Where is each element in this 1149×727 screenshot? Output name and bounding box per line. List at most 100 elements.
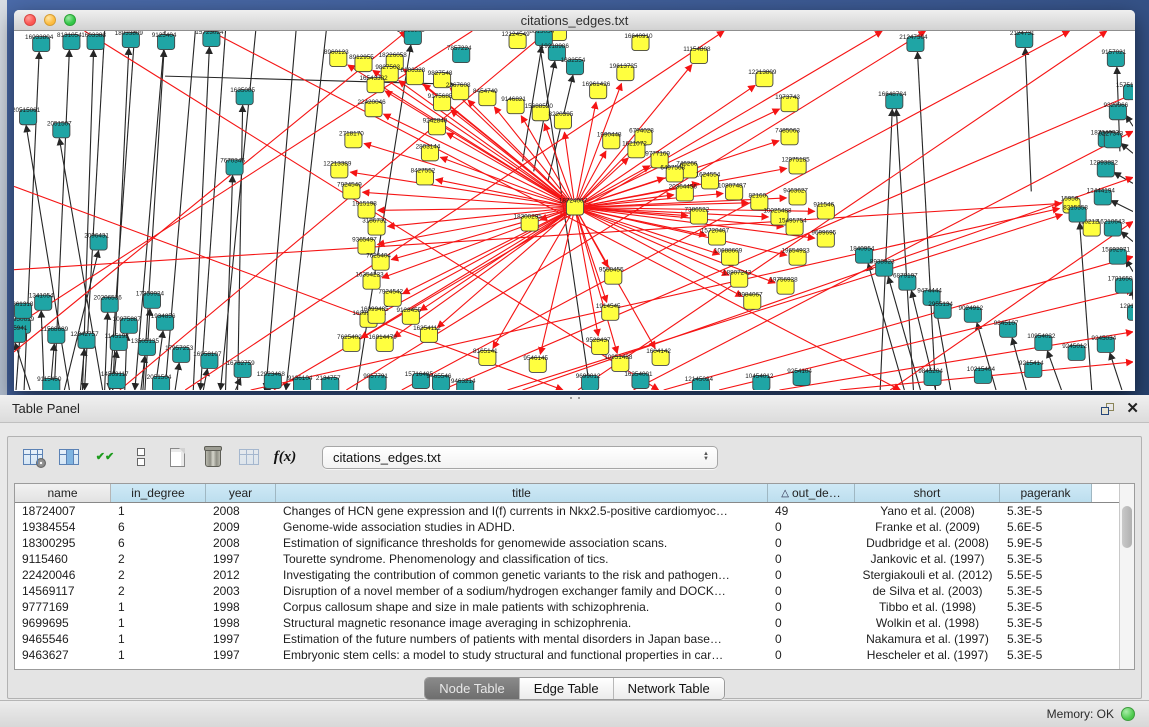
- tab-edge-table[interactable]: Edge Table: [520, 678, 614, 699]
- graph-node[interactable]: 16354223: [355, 272, 384, 290]
- graph-node[interactable]: 8912955: [349, 54, 374, 72]
- table-row[interactable]: 911546021997Tourette syndrome. Phenomeno…: [15, 551, 1119, 567]
- table-row[interactable]: 969969511998Structural magnetic resonanc…: [15, 615, 1119, 631]
- graph-node[interactable]: 16914479: [369, 334, 398, 352]
- graph-node[interactable]: 15723024: [195, 31, 224, 47]
- graph-node[interactable]: 7386522: [685, 207, 710, 225]
- graph-node[interactable]: 9136104: [288, 375, 313, 390]
- graph-node[interactable]: 1915198: [352, 200, 377, 218]
- citation-edge-red[interactable]: [378, 207, 575, 314]
- graph-node[interactable]: 8131054: [57, 32, 82, 50]
- graph-node[interactable]: 9175685: [428, 93, 453, 111]
- minimize-window-icon[interactable]: [44, 14, 56, 26]
- graph-node[interactable]: 1604142: [646, 348, 671, 366]
- graph-node[interactable]: 12923468: [257, 371, 286, 389]
- graph-node[interactable]: 16961426: [582, 81, 611, 99]
- citation-edge-black[interactable]: [1025, 48, 1031, 191]
- graph-node[interactable]: 22420046: [357, 99, 386, 117]
- citation-edge-red[interactable]: [437, 207, 575, 327]
- graph-node[interactable]: 16648784: [878, 91, 907, 109]
- graph-node[interactable]: 19654923: [781, 248, 810, 266]
- float-panel-icon[interactable]: [1101, 403, 1114, 415]
- graph-node[interactable]: 12124549: [501, 31, 530, 49]
- graph-node[interactable]: 9115460: [37, 376, 62, 390]
- graph-node[interactable]: 8454749: [473, 88, 498, 106]
- graph-node[interactable]: 16782759: [227, 360, 256, 378]
- citation-edge-black[interactable]: [200, 31, 225, 390]
- graph-node[interactable]: 2134757: [316, 375, 341, 390]
- graph-node[interactable]: 16210643: [1097, 219, 1126, 237]
- graph-node[interactable]: 3186731: [362, 218, 387, 236]
- citation-edge-black[interactable]: [1080, 223, 1092, 390]
- graph-node[interactable]: 10807487: [718, 182, 747, 200]
- graph-node[interactable]: 2051504: [147, 374, 172, 390]
- graph-node[interactable]: 10975887: [113, 316, 142, 334]
- column-header-pagerank[interactable]: pagerank: [1000, 484, 1092, 502]
- graph-node[interactable]: 9699695: [811, 230, 836, 248]
- citation-edge-black[interactable]: [26, 125, 69, 390]
- graph-node[interactable]: 2124731: [1010, 31, 1035, 48]
- citation-edge-black[interactable]: [64, 251, 98, 390]
- citation-edge-black[interactable]: [1110, 353, 1122, 390]
- graph-node[interactable]: 12444194: [1087, 187, 1116, 205]
- graph-node[interactable]: 9465546: [427, 373, 452, 390]
- citation-edge-red[interactable]: [575, 102, 596, 208]
- citation-edge-black[interactable]: [135, 31, 165, 390]
- graph-node[interactable]: 1934856: [151, 313, 176, 331]
- citation-edge-black[interactable]: [1121, 232, 1133, 242]
- graph-node[interactable]: 9984067: [738, 292, 763, 310]
- graph-node[interactable]: 2718170: [339, 130, 364, 148]
- graph-node[interactable]: 911546: [813, 201, 834, 219]
- table-row[interactable]: 1872400712008Changes of HCN gene express…: [15, 503, 1119, 519]
- graph-node[interactable]: 7924549: [337, 181, 362, 199]
- graph-node[interactable]: 7625404: [366, 253, 391, 271]
- graph-node[interactable]: 12213809: [748, 69, 777, 87]
- graph-node[interactable]: 9024912: [958, 305, 983, 323]
- graph-node[interactable]: 9528437: [586, 337, 611, 355]
- graph-node[interactable]: 9157021: [1102, 49, 1127, 67]
- table-scrollbar-thumb[interactable]: [1122, 506, 1132, 548]
- citation-edge-black[interactable]: [238, 105, 243, 390]
- citation-edge-black[interactable]: [203, 369, 207, 390]
- graph-node[interactable]: 20206536: [94, 295, 123, 313]
- graph-node[interactable]: 6879197: [893, 273, 918, 291]
- table-row[interactable]: 977716911998Corpus callosum shape and si…: [15, 599, 1119, 615]
- graph-node[interactable]: 2096431: [84, 233, 109, 251]
- citation-edge-black[interactable]: [1126, 260, 1133, 272]
- citation-edge-red[interactable]: [890, 222, 1133, 390]
- graph-node[interactable]: 9463627: [783, 187, 808, 205]
- function-builder-icon[interactable]: f(x): [272, 445, 298, 469]
- graph-node[interactable]: 18807243: [723, 270, 752, 288]
- graph-node[interactable]: 9857791: [363, 373, 388, 390]
- tab-network-table[interactable]: Network Table: [614, 678, 724, 699]
- graph-node[interactable]: 9125404: [152, 32, 177, 50]
- citation-edge-red[interactable]: [378, 207, 575, 210]
- graph-node[interactable]: 9146821: [501, 96, 526, 114]
- graph-node[interactable]: 16033809: [397, 31, 426, 45]
- citation-edge-red[interactable]: [420, 207, 575, 310]
- graph-node[interactable]: 7924542: [378, 289, 403, 307]
- column-header-year[interactable]: year: [206, 484, 276, 502]
- network-window[interactable]: citations_edges.txt 18724007896012389129…: [14, 10, 1135, 391]
- graph-node[interactable]: 1832554: [561, 57, 586, 75]
- citation-edge-black[interactable]: [266, 389, 271, 390]
- new-document-icon[interactable]: [164, 445, 190, 469]
- table-mode-icon[interactable]: [20, 445, 46, 469]
- memory-status-indicator[interactable]: [1121, 707, 1135, 721]
- table-scrollbar[interactable]: [1119, 484, 1134, 669]
- graph-node[interactable]: 10688609: [714, 248, 743, 266]
- citation-edge-red[interactable]: [394, 207, 575, 337]
- graph-node[interactable]: 15692971: [1102, 247, 1131, 265]
- graph-node[interactable]: 9365497: [352, 237, 377, 255]
- citation-edge-black[interactable]: [1126, 115, 1133, 126]
- graph-node[interactable]: 7625402: [337, 334, 362, 352]
- graph-node[interactable]: 9361318: [14, 301, 34, 319]
- graph-node[interactable]: 9329966: [1104, 102, 1129, 120]
- graph-node[interactable]: 2803144: [416, 143, 441, 161]
- graph-node[interactable]: 7857224: [447, 45, 472, 63]
- delete-table-icon[interactable]: [236, 445, 262, 469]
- graph-node[interactable]: 9699012: [576, 373, 601, 390]
- column-visibility-icon[interactable]: [56, 445, 82, 469]
- graph-node[interactable]: 8165141: [473, 348, 498, 366]
- graph-node[interactable]: 1624554: [696, 171, 721, 189]
